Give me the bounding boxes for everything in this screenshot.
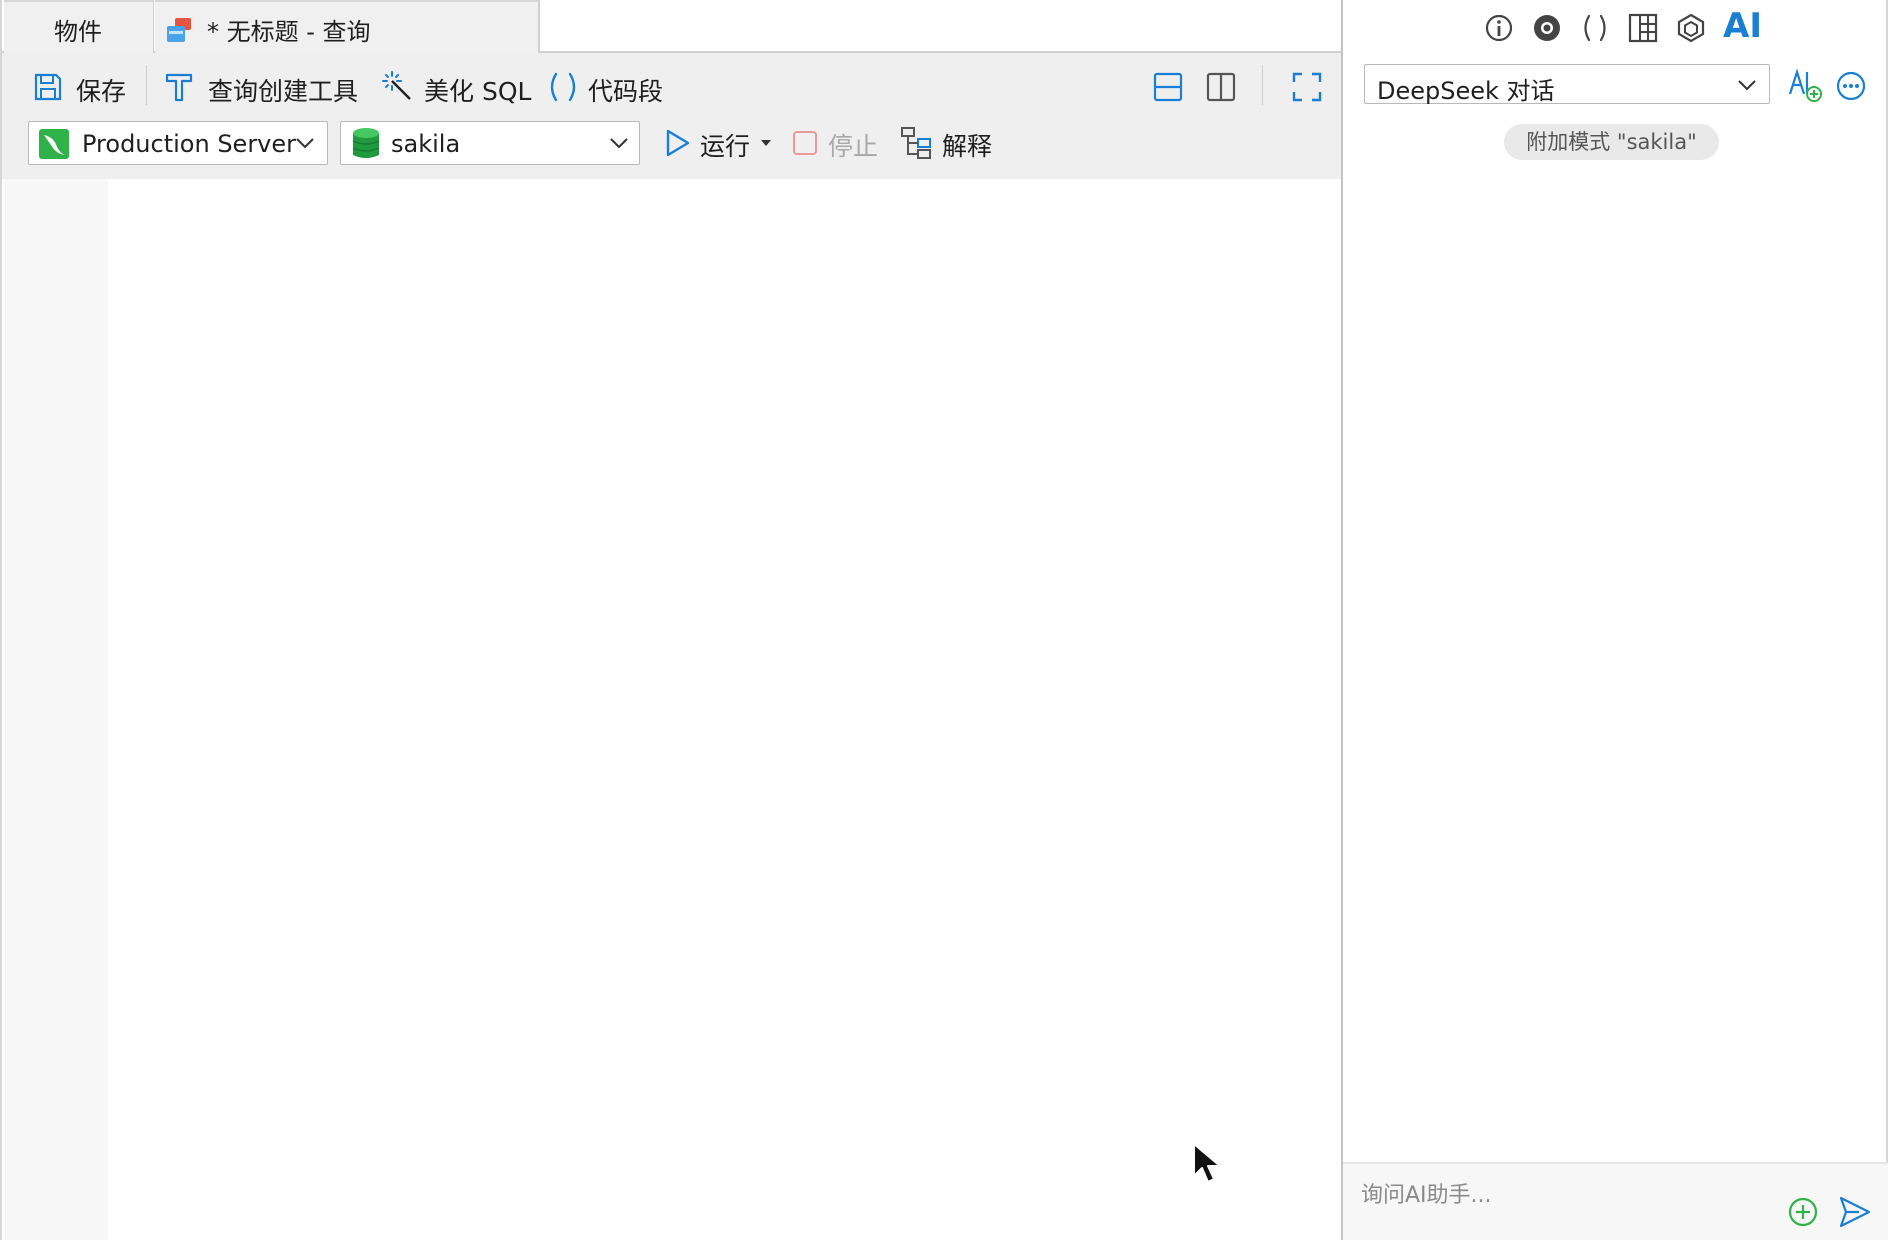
save-label: 保存 xyxy=(76,77,127,106)
more-options-icon[interactable] xyxy=(1835,70,1867,102)
ai-assistant-panel: AI DeepSeek 对话 xyxy=(1343,0,1888,1240)
chevron-down-icon xyxy=(296,138,314,149)
connection-select-value: Production Server xyxy=(82,130,297,158)
query-editor-pane: 物件 * 无标题 - 查询 保存 查询创建工具 美化 SQL 代码段 Produ… xyxy=(0,0,1343,1240)
sql-editor[interactable] xyxy=(108,179,1343,1240)
line-number-gutter xyxy=(4,179,108,1240)
fullscreen-button[interactable] xyxy=(1289,69,1325,105)
database-icon xyxy=(352,128,380,158)
chevron-down-icon xyxy=(1738,80,1756,91)
split-vertical-icon xyxy=(1206,72,1236,102)
query-tab-icon xyxy=(167,18,191,42)
fullscreen-icon xyxy=(1292,72,1322,102)
split-vertical-button[interactable] xyxy=(1203,69,1239,105)
split-horizontal-button[interactable] xyxy=(1150,69,1186,105)
hexagon-icon[interactable] xyxy=(1675,12,1707,44)
beautify-sql-button[interactable]: 美化 SQL xyxy=(380,67,532,107)
tab-bar: 物件 * 无标题 - 查询 xyxy=(2,0,1343,53)
send-icon[interactable] xyxy=(1837,1194,1873,1230)
ai-chat-input[interactable] xyxy=(1359,1174,1763,1216)
split-horizontal-icon xyxy=(1153,72,1183,102)
explain-tree-icon xyxy=(901,127,931,159)
code-snippets-icon[interactable] xyxy=(1579,12,1611,44)
stop-icon xyxy=(793,131,817,155)
new-ai-chat-icon[interactable] xyxy=(1787,68,1823,104)
explain-label: 解释 xyxy=(942,132,993,161)
add-attachment-icon[interactable] xyxy=(1787,1196,1819,1228)
hammer-icon xyxy=(165,73,193,102)
database-select[interactable]: sakila xyxy=(340,121,640,165)
parentheses-icon xyxy=(550,72,576,102)
mouse-cursor-icon xyxy=(1193,1143,1221,1183)
query-builder-label: 查询创建工具 xyxy=(208,77,359,106)
attached-schema-chip[interactable]: 附加模式 "sakila" xyxy=(1504,124,1719,160)
run-label: 运行 xyxy=(700,132,751,161)
tab-untitled-query[interactable]: * 无标题 - 查询 xyxy=(155,0,540,53)
info-icon[interactable] xyxy=(1483,12,1515,44)
play-icon xyxy=(666,129,690,157)
explain-button[interactable]: 解释 xyxy=(898,123,1008,163)
stop-button[interactable]: 停止 xyxy=(790,123,880,163)
query-toolbar: 保存 查询创建工具 美化 SQL 代码段 Production Server s… xyxy=(2,53,1343,179)
tab-query-label: * 无标题 - 查询 xyxy=(207,18,371,46)
run-button[interactable]: 运行 xyxy=(660,123,775,163)
save-button[interactable]: 保存 xyxy=(30,67,135,107)
ai-model-select-value: DeepSeek 对话 xyxy=(1377,77,1555,105)
mysql-server-icon xyxy=(39,129,69,159)
table-grid-icon[interactable] xyxy=(1627,12,1659,44)
chevron-down-icon xyxy=(610,138,628,149)
caret-down-icon[interactable] xyxy=(760,139,772,147)
stop-label: 停止 xyxy=(828,132,879,161)
tab-ai[interactable]: AI xyxy=(1723,6,1762,46)
tab-objects[interactable]: 物件 xyxy=(4,0,154,53)
save-icon xyxy=(34,73,62,101)
tab-objects-label: 物件 xyxy=(54,18,102,46)
magic-wand-icon xyxy=(382,71,411,100)
connection-select[interactable]: Production Server xyxy=(28,121,328,165)
toolbar-divider xyxy=(1262,65,1263,105)
toolbar-divider xyxy=(146,65,147,105)
database-select-value: sakila xyxy=(391,130,461,158)
preview-eye-icon[interactable] xyxy=(1531,12,1563,44)
code-snippet-button[interactable]: 代码段 xyxy=(546,67,671,107)
beautify-sql-label: 美化 SQL xyxy=(424,77,532,106)
chat-input-area xyxy=(1343,1162,1888,1240)
code-snippet-label: 代码段 xyxy=(588,77,664,106)
query-builder-button[interactable]: 查询创建工具 xyxy=(162,67,367,107)
chat-messages-area xyxy=(1343,164,1886,1160)
ai-model-select[interactable]: DeepSeek 对话 xyxy=(1364,64,1770,105)
